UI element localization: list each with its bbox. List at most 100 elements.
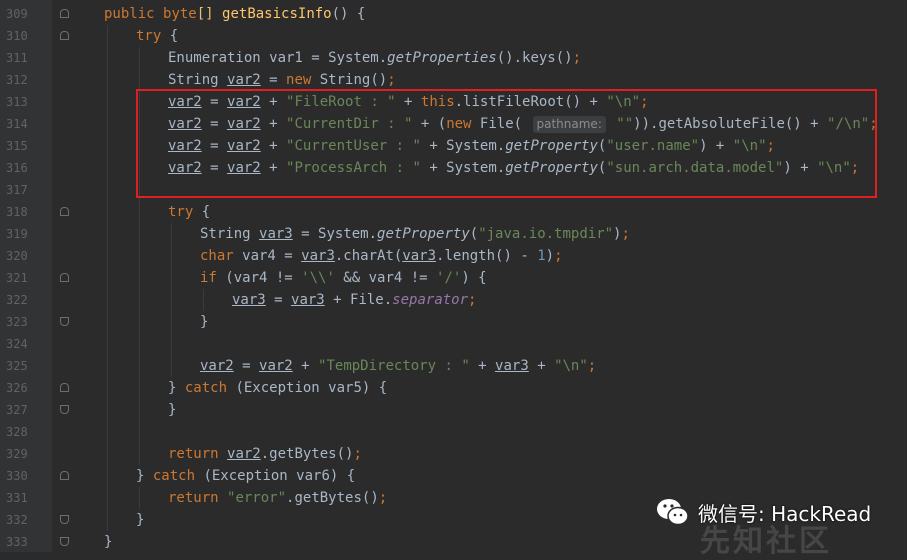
indent-guide (171, 311, 172, 333)
code-line[interactable]: 325 var2 = var2 + "TempDirectory : " + va… (0, 355, 907, 377)
fold-open-icon[interactable] (60, 383, 69, 392)
code-text: var3 = var3 + File.separator; (232, 292, 477, 308)
indent-guide (107, 179, 108, 201)
code-line[interactable]: 318 try { (0, 201, 907, 223)
line-number: 314 (6, 117, 28, 131)
line-number: 331 (6, 491, 28, 505)
fold-open-icon[interactable] (60, 273, 69, 282)
indent-guide (107, 69, 108, 91)
indent-guide (107, 25, 108, 47)
line-number: 310 (6, 29, 28, 43)
code-line[interactable]: 324 (0, 333, 907, 355)
code-text: var2 = var2 + "TempDirectory : " + var3 … (200, 358, 597, 374)
line-number: 330 (6, 469, 28, 483)
code-text: char var4 = var3.charAt(var3.length() - … (200, 248, 563, 264)
line-number: 327 (6, 403, 28, 417)
indent-guide (139, 69, 140, 91)
fold-close-icon[interactable] (60, 317, 69, 326)
indent-guide (107, 201, 108, 223)
indent-guide (107, 509, 108, 531)
code-text: } (104, 534, 113, 550)
code-text: String var2 = new String(); (168, 72, 396, 88)
line-number: 322 (6, 293, 28, 307)
code-line[interactable]: 328 (0, 421, 907, 443)
indent-guide (139, 355, 140, 377)
line-number: 324 (6, 337, 28, 351)
indent-guide (107, 487, 108, 509)
indent-guide (107, 91, 108, 113)
indent-guide (171, 245, 172, 267)
code-line[interactable]: 329 return var2.getBytes(); (0, 443, 907, 465)
fold-close-icon[interactable] (60, 515, 69, 524)
code-text: if (var4 != '\\' && var4 != '/') { (200, 270, 487, 286)
code-text: return var2.getBytes(); (168, 446, 362, 462)
indent-guide (139, 487, 140, 509)
code-line[interactable]: 320 char var4 = var3.charAt(var3.length()… (0, 245, 907, 267)
code-line[interactable]: 327} (0, 399, 907, 421)
line-number: 316 (6, 161, 28, 175)
line-number: 332 (6, 513, 28, 527)
indent-guide (107, 421, 108, 443)
indent-guide (139, 223, 140, 245)
fold-open-icon[interactable] (60, 31, 69, 40)
code-line[interactable]: 321 if (var4 != '\\' && var4 != '/') { (0, 267, 907, 289)
code-text: } (136, 512, 145, 528)
indent-guide (139, 47, 140, 69)
indent-guide (107, 157, 108, 179)
indent-guide (107, 311, 108, 333)
indent-guide (107, 355, 108, 377)
line-number: 313 (6, 95, 28, 109)
indent-guide (107, 333, 108, 355)
fold-close-icon[interactable] (60, 405, 69, 414)
code-line[interactable]: 312 String var2 = new String(); (0, 69, 907, 91)
indent-guide (107, 113, 108, 135)
fold-open-icon[interactable] (60, 471, 69, 480)
indent-guide (139, 377, 140, 399)
indent-guide (139, 443, 140, 465)
code-line[interactable]: 310 try { (0, 25, 907, 47)
wechat-icon (657, 499, 689, 526)
indent-guide (107, 135, 108, 157)
line-number: 333 (6, 535, 28, 549)
line-number: 326 (6, 381, 28, 395)
indent-guide (107, 443, 108, 465)
fold-close-icon[interactable] (60, 537, 69, 546)
indent-guide (171, 289, 172, 311)
indent-guide (171, 333, 172, 355)
fold-open-icon[interactable] (60, 207, 69, 216)
line-number: 329 (6, 447, 28, 461)
line-number: 319 (6, 227, 28, 241)
code-line[interactable]: 326 } catch (Exception var5) { (0, 377, 907, 399)
code-text: } (168, 402, 177, 418)
code-line[interactable]: 311 Enumeration var1 = System.getProperti… (0, 47, 907, 69)
fold-open-icon[interactable] (60, 9, 69, 18)
line-number: 320 (6, 249, 28, 263)
indent-guide (107, 47, 108, 69)
highlight-annotation-box (136, 89, 877, 198)
code-line[interactable]: 319 String var3 = System.getProperty("jav… (0, 223, 907, 245)
indent-guide (107, 245, 108, 267)
indent-guide (107, 399, 108, 421)
code-line[interactable]: 309 public byte[] getBasicsInfo() { (0, 3, 907, 25)
code-line[interactable]: 322 var3 = var3 + File.separator; (0, 289, 907, 311)
line-number: 328 (6, 425, 28, 439)
indent-guide (171, 355, 172, 377)
code-line[interactable]: 330} catch (Exception var6) { (0, 465, 907, 487)
code-editor[interactable]: 309 public byte[] getBasicsInfo() { 310 try… (0, 0, 907, 559)
line-number: 309 (6, 7, 28, 21)
code-line[interactable]: 323} (0, 311, 907, 333)
code-text: try { (136, 28, 179, 44)
indent-guide (203, 289, 204, 311)
indent-guide (139, 421, 140, 443)
line-number: 323 (6, 315, 28, 329)
code-text: public byte[] getBasicsInfo() { (104, 6, 366, 22)
line-number: 321 (6, 271, 28, 285)
code-text: } catch (Exception var5) { (168, 380, 388, 396)
indent-guide (171, 223, 172, 245)
indent-guide (139, 245, 140, 267)
code-text: Enumeration var1 = System.getProperties(… (168, 50, 582, 66)
wechat-id-label: 微信号: HackRead (698, 501, 872, 526)
indent-guide (139, 399, 140, 421)
wechat-watermark: 微信号: HackRead (656, 496, 871, 528)
indent-guide (107, 223, 108, 245)
